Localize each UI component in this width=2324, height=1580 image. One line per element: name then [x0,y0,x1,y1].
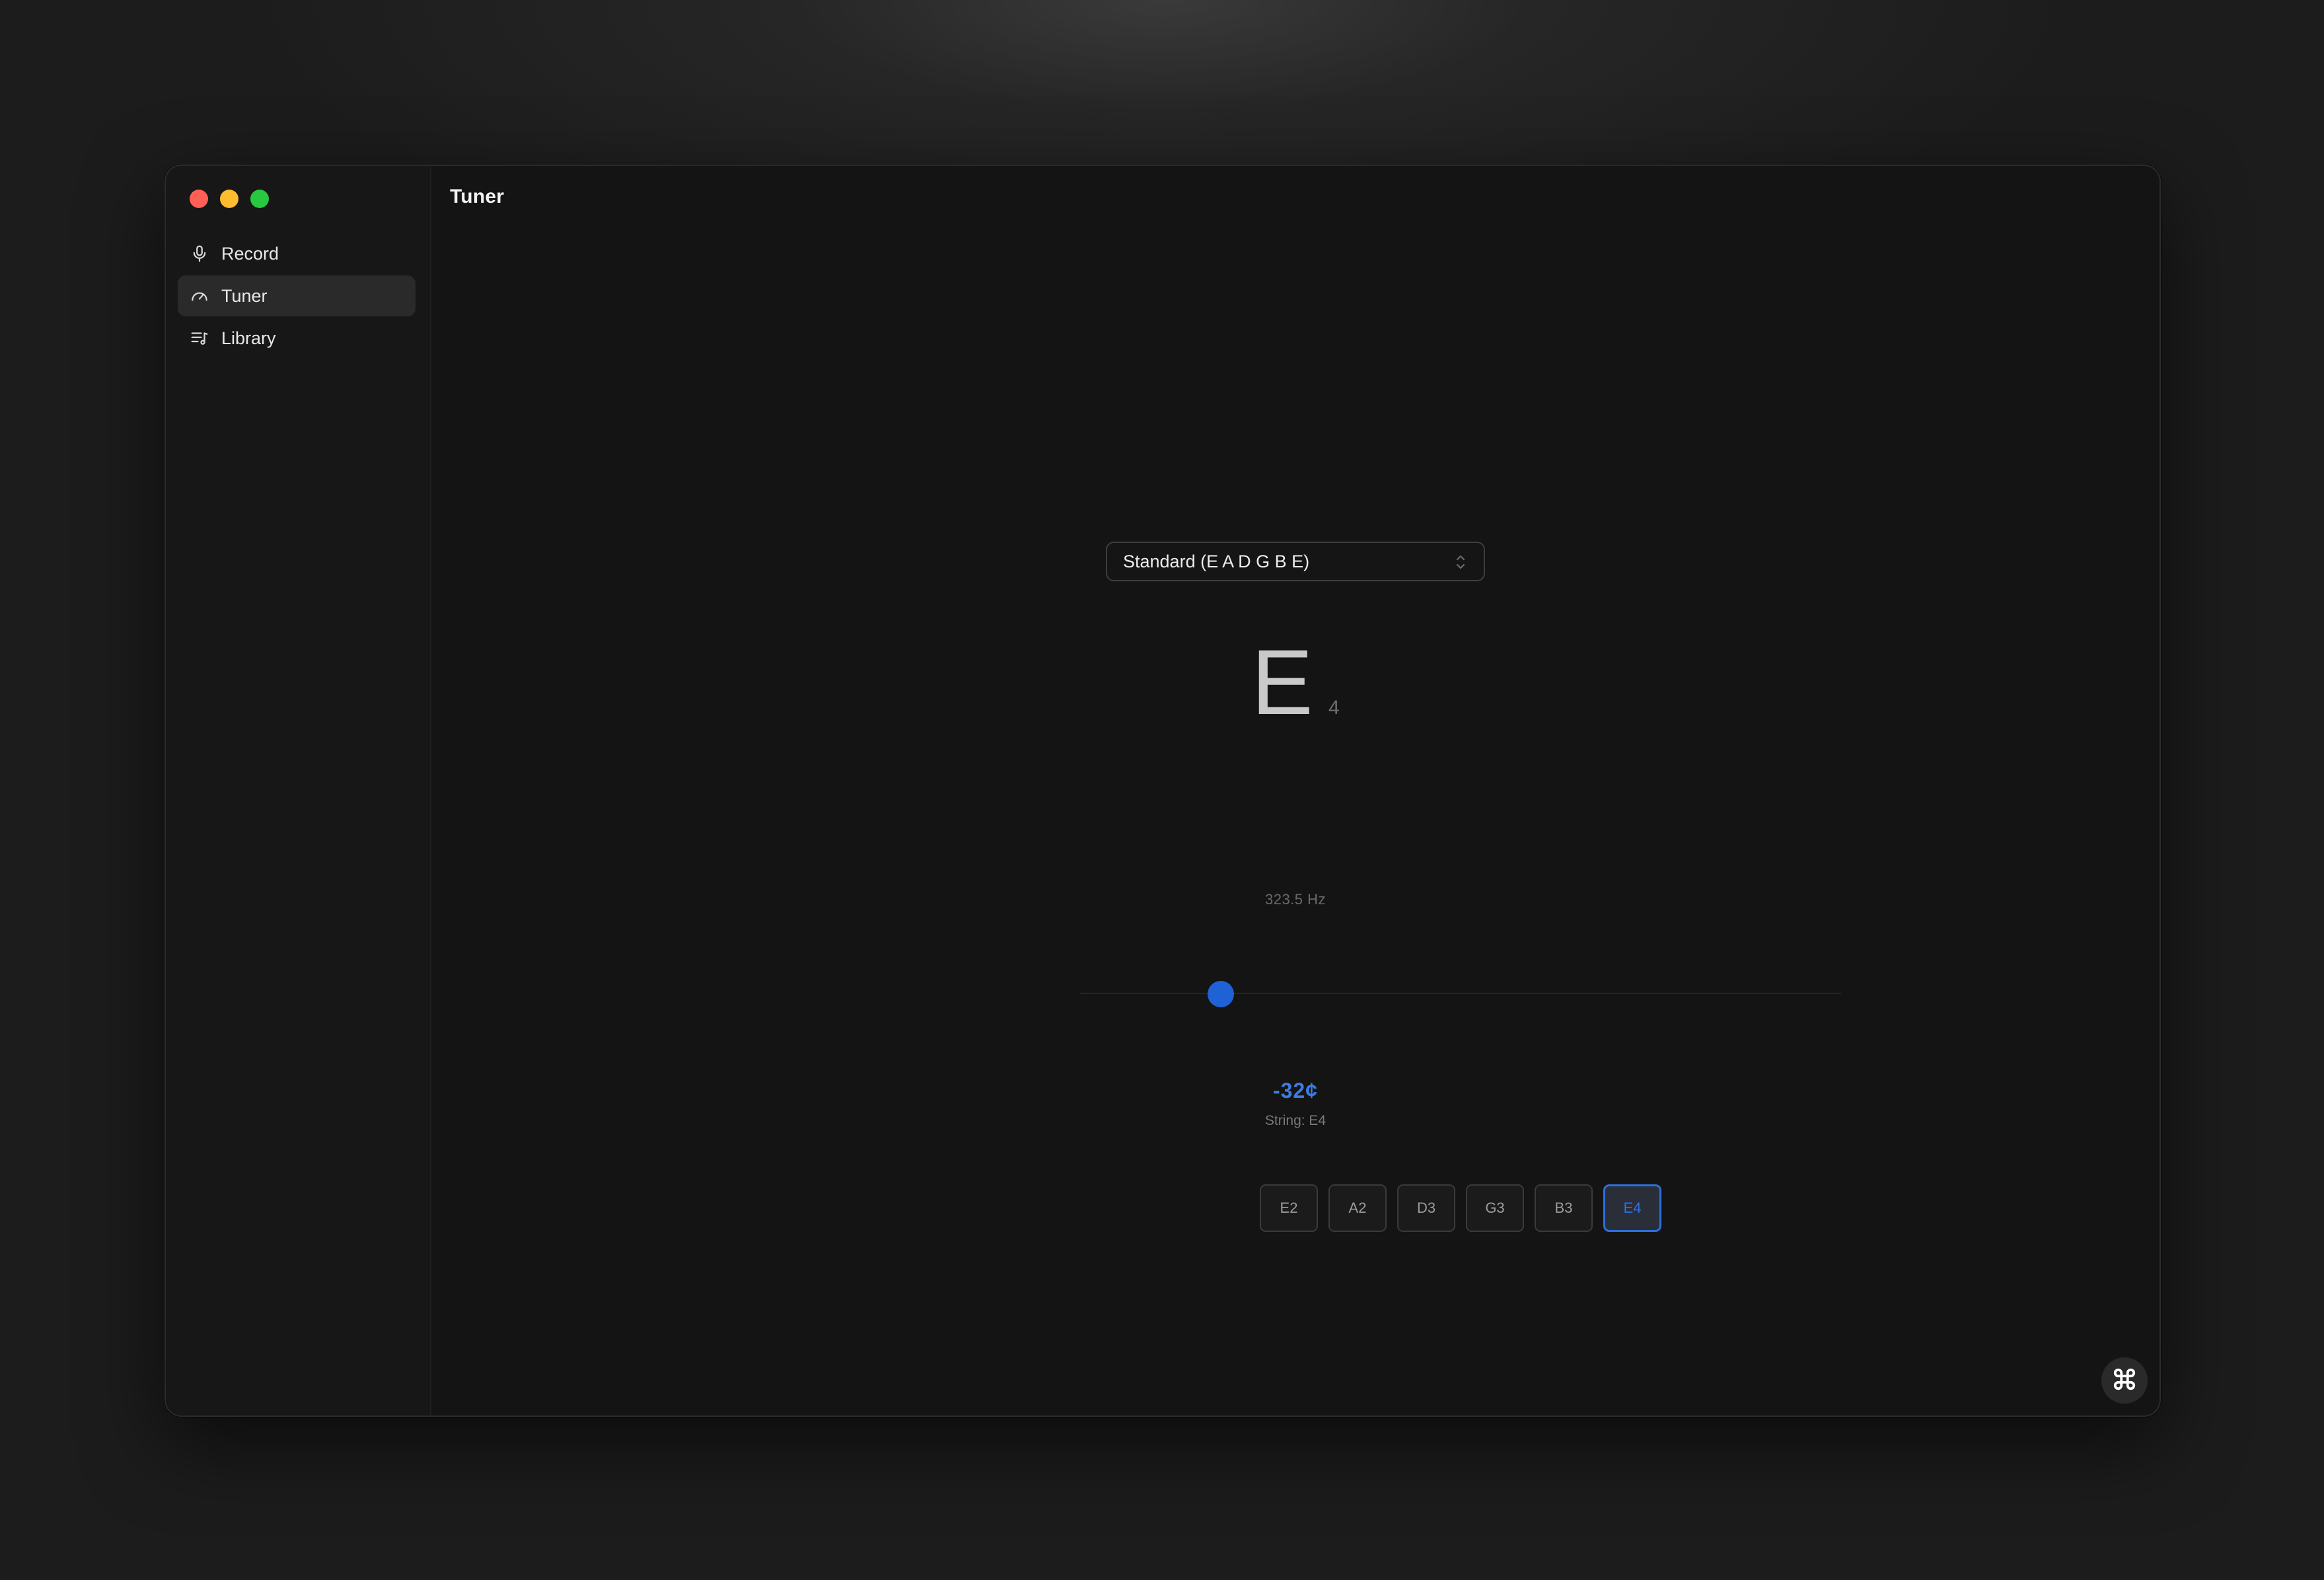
minimize-window-button[interactable] [220,190,238,208]
note-letter: E [1251,630,1313,734]
chevron-up-down-icon [1453,553,1468,571]
sidebar-item-record[interactable]: Record [178,233,416,274]
page-title: Tuner [450,186,505,207]
string-button-b3[interactable]: B3 [1535,1184,1593,1232]
sidebar-item-tuner[interactable]: Tuner [178,275,416,316]
string-label: String: E4 [1264,1113,1326,1128]
close-window-button[interactable] [190,190,208,208]
sidebar-item-label: Library [221,328,276,348]
gauge-icon [190,286,209,306]
app-window: Record Tuner Library Tuner Standard (E A… [164,164,2161,1417]
sidebar-item-label: Record [221,243,279,264]
tuning-select[interactable]: Standard (E A D G B E) [1106,542,1485,581]
sidebar-item-library[interactable]: Library [178,318,416,359]
cents-readout: -32¢ [1272,1079,1319,1102]
string-button-a2[interactable]: A2 [1328,1184,1387,1232]
zoom-window-button[interactable] [250,190,269,208]
tuning-meter-indicator [1208,981,1234,1007]
command-icon [2112,1367,2137,1395]
main-content: Tuner Standard (E A D G B E) E 4 323.5 H… [431,166,2160,1416]
string-button-d3[interactable]: D3 [1397,1184,1455,1232]
string-selector: E2 A2 D3 G3 B3 E4 [1260,1184,1661,1232]
tuning-select-value: Standard (E A D G B E) [1123,551,1310,571]
note-display: E 4 [1224,636,1367,729]
string-button-e4[interactable]: E4 [1603,1184,1661,1232]
command-button[interactable] [2101,1357,2148,1404]
window-controls [190,190,269,208]
string-button-g3[interactable]: G3 [1466,1184,1524,1232]
sidebar: Record Tuner Library [166,166,431,1416]
microphone-icon [190,244,209,264]
music-list-icon [190,328,209,348]
sidebar-nav: Record Tuner Library [178,233,416,360]
sidebar-item-label: Tuner [221,285,268,306]
string-button-e2[interactable]: E2 [1260,1184,1318,1232]
tuning-meter-track [1080,993,1841,994]
note-octave: 4 [1328,697,1340,719]
frequency-readout: 323.5 Hz [1264,891,1326,908]
